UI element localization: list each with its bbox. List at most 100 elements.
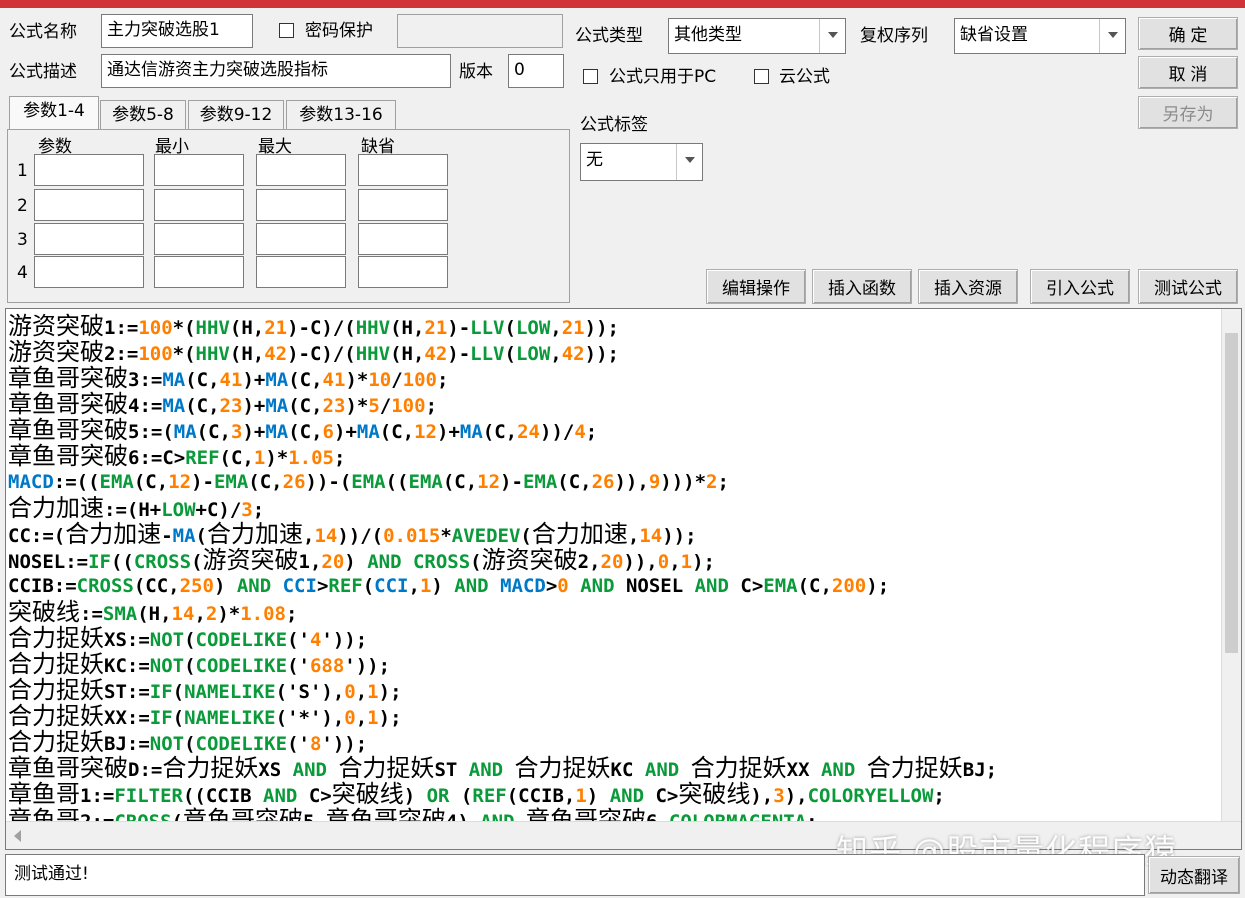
code-token: XS (258, 759, 293, 781)
code-token: MA (356, 421, 380, 443)
code-token: 游资突破 (8, 338, 104, 366)
param-min-input[interactable] (154, 223, 244, 255)
code-token: 8 (309, 733, 322, 755)
code-token: > (316, 575, 329, 597)
code-token: CODELIKE (195, 733, 288, 755)
code-token: 200 (831, 575, 867, 597)
param-name-input[interactable] (34, 223, 144, 255)
code-token: )+ (242, 395, 266, 417)
password-checkbox[interactable] (279, 23, 294, 38)
insert-function-button[interactable]: 插入函数 (812, 269, 912, 304)
code-line: 合力捉妖XX:=IF(NAMELIKE('*'),0,1); (8, 703, 1218, 729)
code-token: ( (470, 551, 482, 573)
ok-button[interactable]: 确 定 (1138, 17, 1238, 50)
param-min-input[interactable] (154, 189, 244, 221)
formula-type-select[interactable]: 其他类型 (668, 18, 846, 54)
tab-params-13-16[interactable]: 参数13-16 (286, 100, 396, 129)
adjust-label: 复权序列 (860, 26, 928, 46)
code-token: LLV (470, 317, 505, 339)
tag-select[interactable]: 无 (580, 143, 703, 181)
formula-desc-input[interactable]: 通达信游资主力突破选股指标 (101, 54, 451, 88)
param-default-input[interactable] (358, 223, 448, 255)
dynamic-translate-button[interactable]: 动态翻译 (1148, 856, 1240, 894)
insert-resource-button[interactable]: 插入资源 (918, 269, 1018, 304)
param-max-input[interactable] (256, 154, 346, 186)
tab-params-9-12[interactable]: 参数9-12 (188, 100, 284, 129)
code-token: XX (786, 759, 821, 781)
code-token: 14 (171, 603, 195, 625)
code-token: :=(( (53, 471, 100, 493)
code-token: 20 (600, 551, 624, 573)
tab-params-5-8[interactable]: 参数5-8 (100, 100, 186, 129)
code-token: HHV (195, 343, 230, 365)
code-token: )), (623, 551, 658, 573)
code-token: 12 (168, 471, 192, 493)
code-token: 24 (517, 421, 540, 443)
code-token: )))* (660, 471, 707, 493)
save-as-button[interactable]: 另存为 (1138, 96, 1238, 129)
code-token: LOW (515, 317, 551, 339)
tab-params-1-4[interactable]: 参数1-4 (9, 96, 99, 130)
code-token: 游资突破 (481, 546, 578, 574)
chevron-down-icon[interactable] (676, 144, 702, 180)
tag-label: 公式标签 (580, 115, 648, 135)
code-token: ')); (344, 655, 391, 677)
code-token: MACD (8, 471, 54, 493)
edit-ops-button[interactable]: 编辑操作 (706, 269, 806, 304)
import-formula-button[interactable]: 引入公式 (1030, 269, 1130, 304)
test-formula-button[interactable]: 测试公式 (1138, 269, 1238, 304)
code-token: KC:= (104, 655, 150, 677)
code-token: )- (447, 343, 471, 365)
param-default-input[interactable] (358, 189, 448, 221)
param-min-input[interactable] (154, 256, 244, 288)
param-name-input[interactable] (34, 189, 144, 221)
code-token: AND (609, 785, 645, 807)
param-default-input[interactable] (358, 256, 448, 288)
code-token: 1 (367, 707, 379, 729)
code-token: 23 (322, 395, 346, 417)
vertical-scrollbar[interactable] (1221, 309, 1241, 821)
code-token: NOT (149, 655, 185, 677)
code-token: )- (447, 317, 471, 339)
code-token: / (391, 369, 403, 391)
code-token: (H, (390, 343, 425, 365)
chevron-down-icon[interactable] (1099, 19, 1125, 53)
param-min-input[interactable] (154, 154, 244, 186)
cancel-button[interactable]: 取 消 (1138, 56, 1238, 89)
code-token: 章鱼哥突破 (8, 364, 128, 392)
code-token: 2 (706, 471, 718, 493)
chevron-down-icon[interactable] (819, 19, 845, 53)
code-content[interactable]: 游资突破1:=100*(HHV(H,21)-C)/(HHV(H,21)-LLV(… (8, 313, 1218, 833)
code-line: 合力捉妖ST:=IF(NAMELIKE('S'),0,1); (8, 677, 1218, 703)
code-token: 游资突破 (8, 312, 104, 340)
code-token: CODELIKE (195, 629, 288, 651)
param-default-input[interactable] (358, 154, 448, 186)
pc-only-checkbox[interactable] (583, 69, 598, 84)
formula-name-input[interactable]: 主力突破选股1 (101, 14, 253, 48)
version-label: 版本 (459, 62, 493, 82)
code-token: AND (694, 575, 729, 597)
chevron-left-icon[interactable] (14, 830, 21, 842)
code-editor[interactable]: 游资突破1:=100*(HHV(H,21)-C)/(HHV(H,21)-LLV(… (5, 308, 1242, 850)
scrollbar-thumb[interactable] (1225, 333, 1238, 653)
code-token: )+ (334, 421, 357, 443)
code-token: :=(H+ (104, 499, 162, 521)
formula-type-value: 其他类型 (674, 25, 742, 45)
param-max-input[interactable] (256, 223, 346, 255)
param-max-input[interactable] (256, 256, 346, 288)
param-name-input[interactable] (34, 256, 144, 288)
cloud-checkbox[interactable] (754, 69, 769, 84)
code-token: 突破线 (331, 780, 404, 808)
param-name-input[interactable] (34, 154, 144, 186)
code-token: 1, (298, 551, 322, 573)
version-input[interactable]: 0 (508, 54, 564, 88)
code-token: 42 (264, 343, 288, 365)
param-max-input[interactable] (256, 189, 346, 221)
code-token: (C, (288, 395, 323, 417)
code-token: ; (252, 499, 265, 521)
adjust-select[interactable]: 缺省设置 (954, 18, 1126, 54)
code-token: ); (378, 707, 402, 729)
